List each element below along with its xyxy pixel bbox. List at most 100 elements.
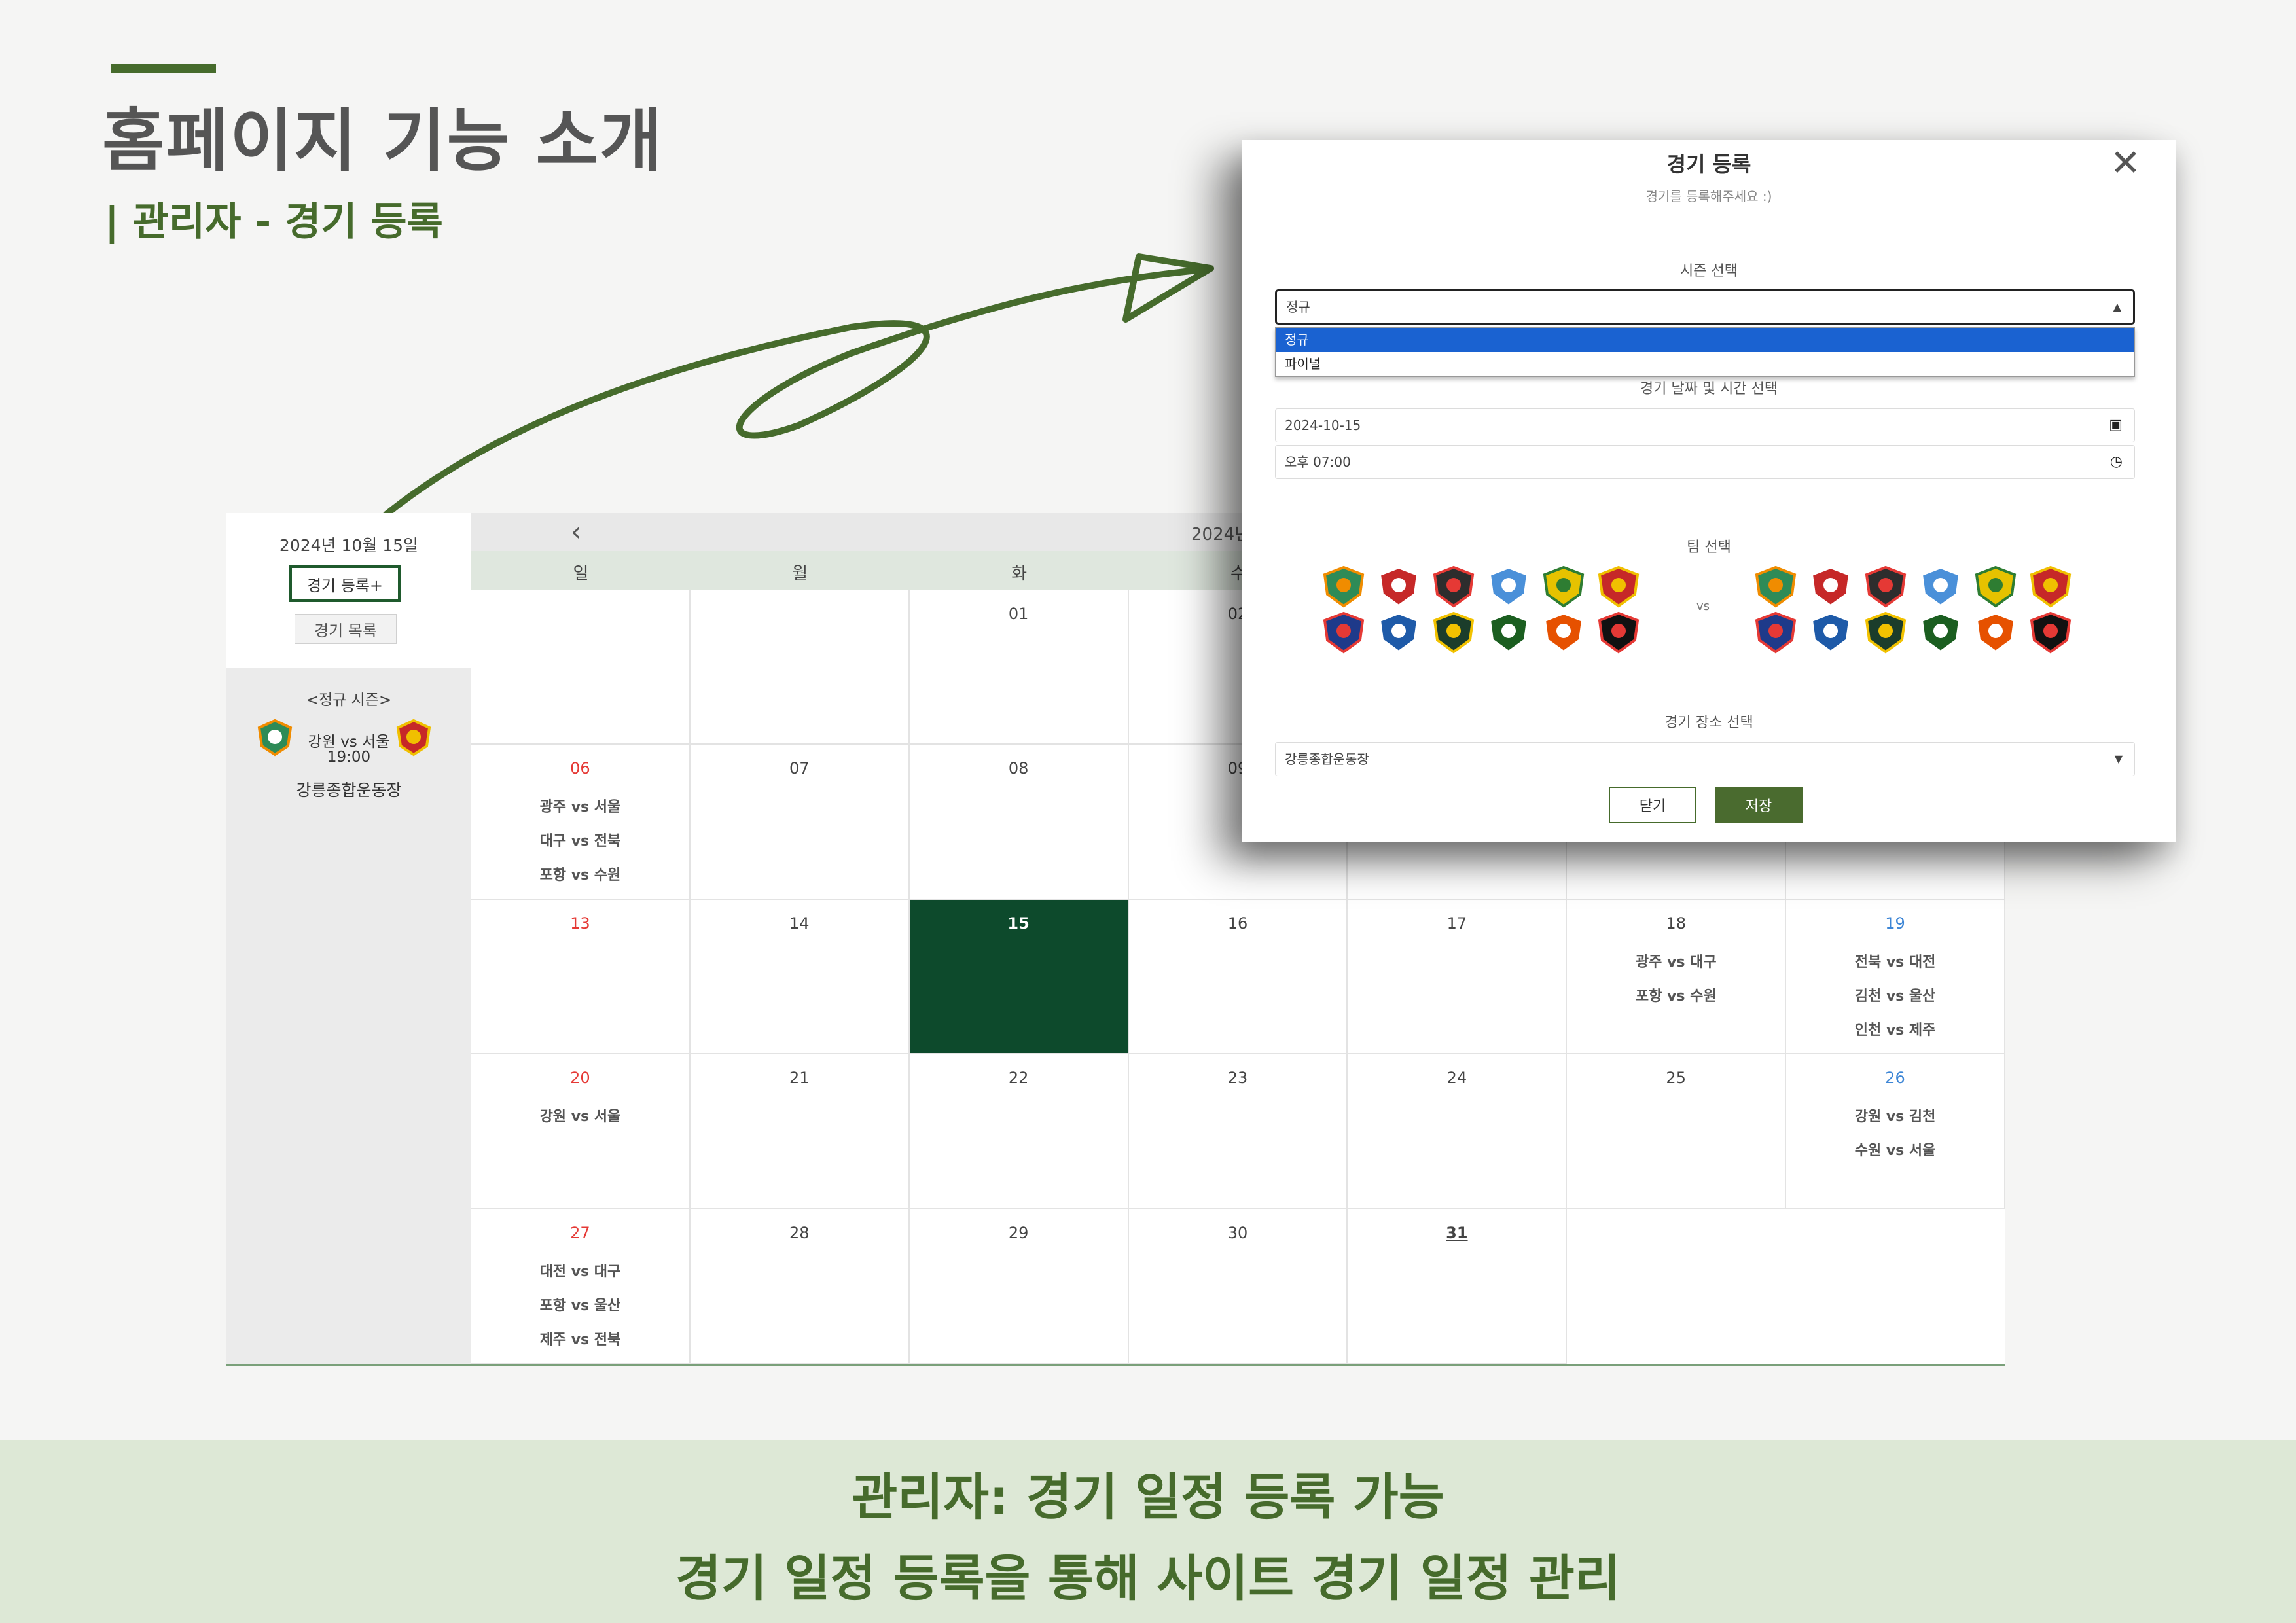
away-team-logo-icon[interactable] bbox=[2028, 611, 2073, 654]
day-number: 13 bbox=[570, 914, 590, 933]
away-team-logo-icon[interactable] bbox=[1918, 611, 1964, 654]
day-number: 08 bbox=[1008, 759, 1029, 778]
game-item[interactable]: 대전 vs 대구 bbox=[471, 1255, 689, 1289]
home-team-logo-icon[interactable] bbox=[1431, 611, 1477, 654]
footer-line-1: 관리자: 경기 일정 등록 가능 bbox=[852, 1468, 1444, 1526]
chevron-left-icon[interactable]: ‹ bbox=[571, 517, 581, 547]
calendar-day[interactable]: 06 광주 vs 서울 대구 vs 전북 포항 vs 수원 bbox=[471, 745, 691, 900]
venue-select[interactable]: 강릉종합운동장 ▼ bbox=[1275, 742, 2135, 776]
away-team-logo-icon[interactable] bbox=[1863, 565, 1909, 609]
day-number: 14 bbox=[789, 914, 810, 933]
calendar-day[interactable]: 08 bbox=[909, 745, 1129, 900]
calendar-sidebar: 2024년 10월 15일 경기 등록+ 경기 목록 bbox=[226, 513, 471, 668]
calendar-icon[interactable]: ▣ bbox=[2109, 409, 2123, 442]
home-team-logo-icon[interactable] bbox=[1541, 565, 1587, 609]
calendar-day[interactable]: 29 bbox=[909, 1209, 1129, 1364]
home-team-logo-icon[interactable] bbox=[1541, 611, 1587, 654]
game-item[interactable]: 김천 vs 울산 bbox=[1786, 980, 2004, 1014]
home-team-logo-icon[interactable] bbox=[1486, 565, 1532, 609]
calendar-day[interactable]: 01 bbox=[909, 590, 1129, 745]
game-item[interactable]: 전북 vs 대전 bbox=[1786, 946, 2004, 980]
game-item[interactable]: 광주 vs 대구 bbox=[1567, 946, 1785, 980]
calendar-day[interactable] bbox=[471, 590, 691, 745]
home-team-logo-icon[interactable] bbox=[1596, 565, 1641, 609]
away-team-logo-icon[interactable] bbox=[1918, 565, 1964, 609]
day-number: 15 bbox=[1007, 914, 1030, 933]
close-icon[interactable]: ✕ bbox=[2110, 144, 2141, 183]
season-option-final[interactable]: 파이널 bbox=[1276, 352, 2134, 376]
modal-close-button[interactable]: 닫기 bbox=[1609, 787, 1696, 823]
game-item[interactable]: 수원 vs 서울 bbox=[1786, 1134, 2004, 1168]
calendar-day[interactable] bbox=[1786, 1209, 2005, 1364]
calendar-day-today[interactable]: 15 bbox=[909, 899, 1129, 1055]
day-number: 17 bbox=[1446, 914, 1467, 933]
game-list-button[interactable]: 경기 목록 bbox=[295, 614, 397, 644]
calendar-day[interactable]: 13 bbox=[471, 899, 691, 1055]
calendar-day[interactable]: 26 강원 vs 김천 수원 vs 서울 bbox=[1786, 1054, 2005, 1209]
day-number: 27 bbox=[570, 1223, 590, 1242]
game-item[interactable]: 광주 vs 서울 bbox=[471, 791, 689, 825]
calendar-day[interactable]: 17 bbox=[1348, 899, 1568, 1055]
away-team-logo-icon[interactable] bbox=[2028, 565, 2073, 609]
calendar-day[interactable]: 25 bbox=[1567, 1054, 1787, 1209]
calendar-day[interactable]: 27 대전 vs 대구 포항 vs 울산 제주 vs 전북 bbox=[471, 1209, 691, 1364]
away-team-logo-icon[interactable] bbox=[1863, 611, 1909, 654]
day-number: 18 bbox=[1666, 914, 1686, 933]
modal-save-button[interactable]: 저장 bbox=[1715, 787, 1803, 823]
home-team-logo-icon[interactable] bbox=[1596, 611, 1641, 654]
game-item[interactable]: 제주 vs 전북 bbox=[471, 1323, 689, 1357]
calendar-day[interactable]: 19 전북 vs 대전 김천 vs 울산 인천 vs 제주 bbox=[1786, 899, 2005, 1055]
calendar-day[interactable]: 31 bbox=[1348, 1209, 1568, 1364]
home-team-logo-icon[interactable] bbox=[1321, 611, 1367, 654]
day-number: 16 bbox=[1227, 914, 1248, 933]
game-item[interactable]: 강원 vs 김천 bbox=[1786, 1100, 2004, 1134]
game-item[interactable]: 포항 vs 울산 bbox=[471, 1289, 689, 1323]
away-team-logo-icon[interactable] bbox=[1973, 611, 2018, 654]
calendar-day[interactable]: 23 bbox=[1128, 1054, 1348, 1209]
home-team-logo-icon[interactable] bbox=[1376, 565, 1422, 609]
season-option-regular[interactable]: 정규 bbox=[1276, 328, 2134, 352]
day-number: 26 bbox=[1885, 1069, 1905, 1088]
time-input[interactable]: 오후 07:00 ◷ bbox=[1275, 445, 2135, 479]
page-subtitle: | 관리자 - 경기 등록 bbox=[105, 199, 443, 245]
away-team-logo-icon[interactable] bbox=[1753, 611, 1799, 654]
register-game-button[interactable]: 경기 등록+ bbox=[289, 565, 401, 602]
calendar-day[interactable] bbox=[690, 590, 910, 745]
season-select[interactable]: 정규 ▲ bbox=[1275, 289, 2135, 325]
calendar-day[interactable]: 22 bbox=[909, 1054, 1129, 1209]
calendar-day[interactable]: 21 bbox=[690, 1054, 910, 1209]
calendar-day[interactable]: 28 bbox=[690, 1209, 910, 1364]
calendar-day[interactable]: 14 bbox=[690, 899, 910, 1055]
calendar-day[interactable] bbox=[1567, 1209, 1786, 1364]
home-team-logo-icon[interactable] bbox=[1431, 565, 1477, 609]
time-value: 오후 07:00 bbox=[1285, 454, 1351, 470]
calendar-day[interactable]: 20 강원 vs 서울 bbox=[471, 1054, 691, 1209]
game-item[interactable]: 인천 vs 제주 bbox=[1786, 1014, 2004, 1048]
clock-icon[interactable]: ◷ bbox=[2110, 446, 2123, 478]
home-team-logo-icon[interactable] bbox=[1486, 611, 1532, 654]
date-input[interactable]: 2024-10-15 ▣ bbox=[1275, 408, 2135, 442]
away-team-logo-icon[interactable] bbox=[1753, 565, 1799, 609]
calendar-day[interactable]: 16 bbox=[1128, 899, 1348, 1055]
game-list: 광주 vs 대구 포항 vs 수원 bbox=[1567, 946, 1785, 1014]
away-team-logo-icon[interactable] bbox=[1808, 565, 1854, 609]
weekday-label: 월 bbox=[792, 564, 808, 584]
day-number: 23 bbox=[1227, 1069, 1248, 1088]
calendar-day[interactable]: 30 bbox=[1128, 1209, 1348, 1364]
day-number: 19 bbox=[1885, 914, 1905, 933]
calendar-day[interactable]: 07 bbox=[690, 745, 910, 900]
away-team-logo-icon[interactable] bbox=[1973, 565, 2018, 609]
game-list: 전북 vs 대전 김천 vs 울산 인천 vs 제주 bbox=[1786, 946, 2004, 1048]
game-item[interactable]: 포항 vs 수원 bbox=[1567, 980, 1785, 1014]
game-item[interactable]: 포항 vs 수원 bbox=[471, 859, 689, 893]
calendar-day[interactable]: 18 광주 vs 대구 포항 vs 수원 bbox=[1567, 899, 1787, 1055]
home-team-logo-icon[interactable] bbox=[1321, 565, 1367, 609]
calendar-day[interactable]: 24 bbox=[1348, 1054, 1568, 1209]
page-title: 홈페이지 기능 소개 bbox=[102, 101, 664, 181]
home-team-logo-icon[interactable] bbox=[1376, 611, 1422, 654]
game-item[interactable]: 대구 vs 전북 bbox=[471, 825, 689, 859]
away-team-logo-icon[interactable] bbox=[1808, 611, 1854, 654]
game-list: 강원 vs 서울 bbox=[471, 1100, 689, 1134]
weekday-label: 화 bbox=[1011, 564, 1028, 584]
game-item[interactable]: 강원 vs 서울 bbox=[471, 1100, 689, 1134]
